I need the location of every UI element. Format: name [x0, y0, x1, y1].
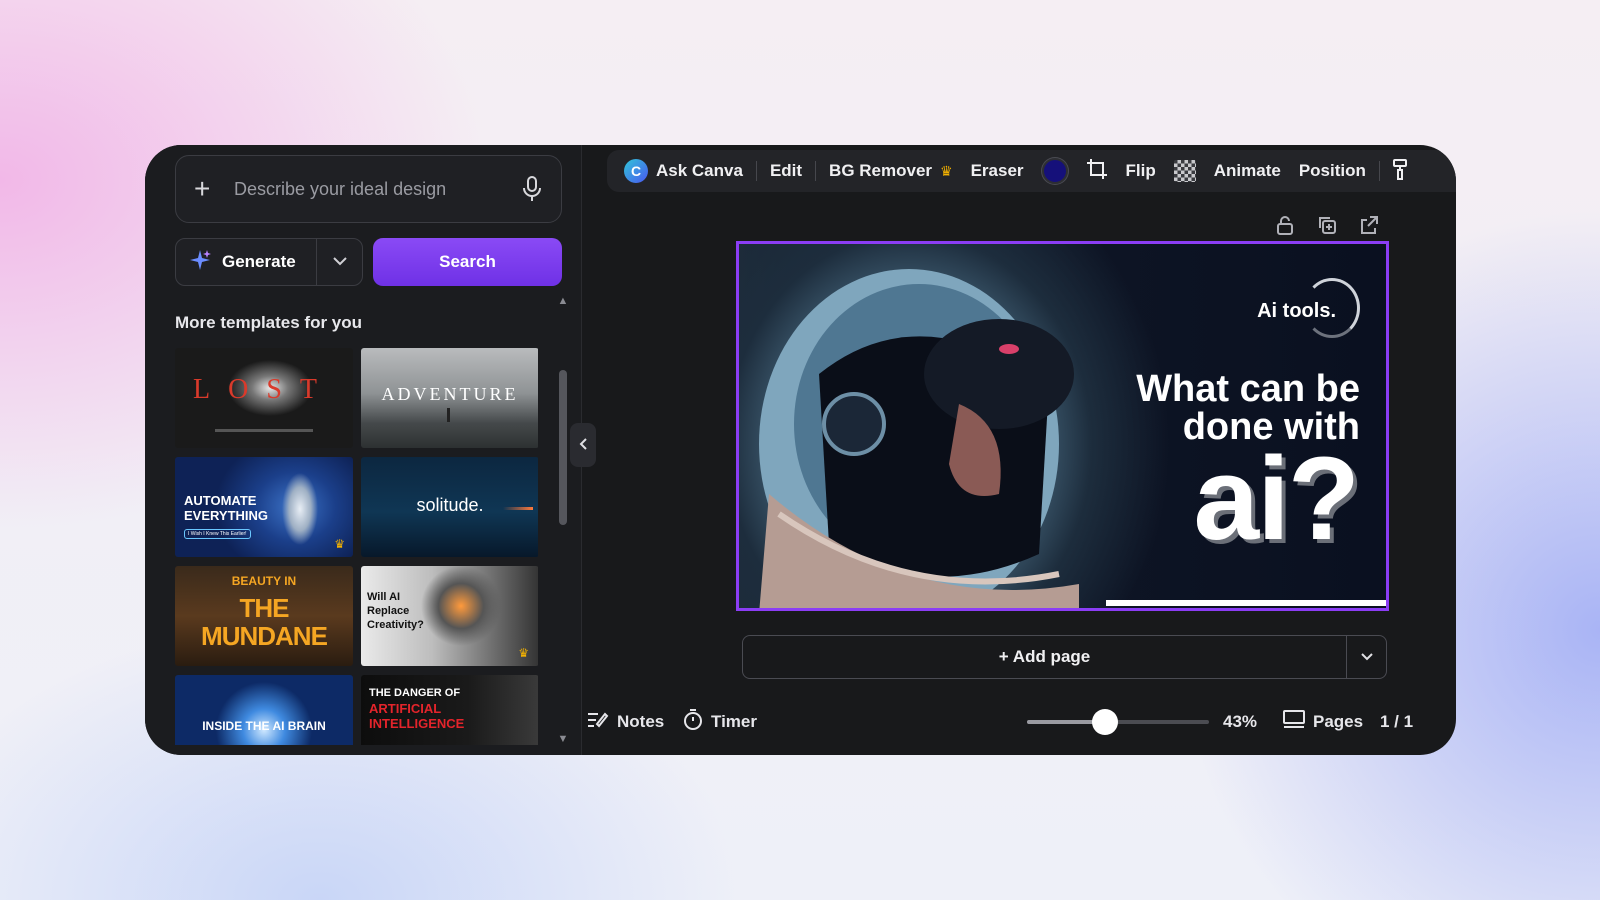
- generate-search-row: Generate Search: [175, 238, 562, 286]
- paint-format-button[interactable]: [1384, 150, 1416, 192]
- design-slide[interactable]: Ai tools. What can be done with ai?: [736, 241, 1389, 611]
- notes-icon: [587, 710, 609, 735]
- crown-icon: ♛: [940, 162, 953, 179]
- microphone-icon[interactable]: [521, 175, 543, 203]
- generate-button[interactable]: Generate: [176, 239, 316, 285]
- pages-button[interactable]: Pages: [1283, 709, 1364, 735]
- edit-button[interactable]: Edit: [761, 150, 811, 192]
- scroll-up-arrow-icon[interactable]: ▲: [556, 295, 570, 307]
- paint-roller-icon: [1392, 158, 1407, 185]
- editor-window: + Generate Search: [145, 145, 1456, 755]
- template-card-ai-brain[interactable]: INSIDE THE AI BRAIN: [175, 675, 353, 745]
- slide-tag[interactable]: Ai tools.: [1257, 300, 1336, 323]
- template-card-automate[interactable]: AUTOMATE EVERYTHING I Wish I Knew This E…: [175, 457, 353, 557]
- toolbar-divider: [1378, 161, 1380, 181]
- left-panel: + Generate Search: [145, 145, 582, 755]
- templates-scrollbar[interactable]: ▲ ▼: [556, 295, 570, 745]
- page-count[interactable]: 1 / 1: [1380, 712, 1413, 732]
- template-card-mundane[interactable]: BEAUTY IN THE MUNDANE: [175, 566, 353, 666]
- crown-icon: ♛: [334, 537, 345, 551]
- template-title: ARTIFICIAL INTELLIGENCE: [369, 701, 465, 731]
- zoom-slider-knob[interactable]: [1092, 709, 1119, 735]
- zoom-slider[interactable]: [1027, 709, 1209, 735]
- light-streak: [503, 507, 533, 510]
- timer-icon: [683, 708, 703, 736]
- crown-icon: ♛: [518, 646, 529, 660]
- bg-remover-button[interactable]: BG Remover ♛: [820, 150, 962, 192]
- generate-split-button: Generate: [175, 238, 363, 286]
- astronaut-helmet-image[interactable]: [759, 254, 1089, 611]
- ask-canva-button[interactable]: C Ask Canva: [615, 150, 752, 192]
- template-subtitle: BEAUTY IN: [231, 574, 297, 588]
- bg-remover-label: BG Remover: [829, 161, 933, 180]
- template-caption-line: [215, 429, 313, 432]
- chevron-down-icon: [1360, 648, 1374, 666]
- animate-button[interactable]: Animate: [1205, 150, 1290, 192]
- generate-options-button[interactable]: [316, 239, 362, 285]
- pages-label: Pages: [1313, 712, 1364, 731]
- chevron-down-icon: [332, 253, 348, 271]
- scroll-down-arrow-icon[interactable]: ▼: [556, 733, 570, 745]
- robot-figure: [280, 469, 320, 549]
- template-card-lost[interactable]: LOST: [175, 348, 353, 448]
- search-button[interactable]: Search: [373, 238, 562, 286]
- template-card-creativity[interactable]: Will AI Replace Creativity? ♛: [361, 566, 538, 666]
- canva-logo-icon: C: [624, 159, 648, 183]
- templates-grid: LOST ADVENTURE AUTOMATE EVERYTHING I Wis…: [175, 348, 538, 745]
- context-toolbar: C Ask Canva Edit BG Remover ♛ Eraser Fli…: [607, 150, 1456, 192]
- timer-button[interactable]: Timer: [683, 708, 757, 736]
- generate-label: Generate: [222, 252, 296, 271]
- notes-button[interactable]: Notes: [587, 710, 664, 735]
- template-title: LOST: [193, 374, 335, 405]
- template-title: ADVENTURE: [381, 384, 519, 404]
- scroll-thumb[interactable]: [559, 370, 567, 525]
- ask-canva-label: Ask Canva: [656, 161, 743, 180]
- design-prompt-input[interactable]: [234, 178, 521, 200]
- color-swatch: [1041, 158, 1068, 184]
- share-page-icon[interactable]: [1359, 215, 1379, 235]
- notes-label: Notes: [617, 712, 665, 731]
- template-badge: I Wish I Knew This Earlier!: [184, 529, 251, 539]
- add-page-control: + Add page: [742, 635, 1387, 679]
- figure-silhouette: [447, 408, 450, 422]
- page-actions: [1275, 215, 1379, 235]
- duplicate-page-icon[interactable]: [1317, 215, 1337, 235]
- zoom-level[interactable]: 43%: [1223, 712, 1257, 732]
- template-title: Will AI Replace Creativity?: [367, 591, 424, 631]
- add-page-options-button[interactable]: [1346, 636, 1386, 678]
- template-title: AUTOMATE EVERYTHING: [184, 493, 269, 523]
- flip-button[interactable]: Flip: [1117, 150, 1165, 192]
- pages-icon: [1283, 709, 1305, 735]
- transparency-button[interactable]: [1165, 150, 1205, 192]
- toolbar-divider: [755, 161, 757, 181]
- lock-icon[interactable]: [1275, 215, 1295, 235]
- position-button[interactable]: Position: [1290, 150, 1375, 192]
- crop-button[interactable]: [1077, 150, 1117, 192]
- bottom-bar: Notes Timer 43% Pages 1 / 1: [587, 700, 1456, 744]
- template-title: INSIDE THE AI BRAIN: [202, 719, 326, 733]
- transparency-icon: [1173, 160, 1196, 182]
- color-picker-button[interactable]: [1033, 150, 1077, 192]
- timer-label: Timer: [711, 712, 757, 731]
- add-page-button[interactable]: + Add page: [743, 636, 1346, 678]
- templates-section-title: More templates for you: [175, 313, 363, 332]
- template-title: solitude.: [416, 495, 484, 515]
- template-title: THE MUNDANE: [201, 593, 328, 651]
- eraser-button[interactable]: Eraser: [962, 150, 1033, 192]
- sparkle-icon: [188, 248, 212, 277]
- slide-accent-bar[interactable]: [1106, 600, 1386, 606]
- plus-icon[interactable]: +: [194, 175, 224, 203]
- toolbar-divider: [815, 161, 817, 181]
- prompt-box[interactable]: +: [175, 155, 562, 223]
- slide-big-text[interactable]: ai?: [1194, 440, 1360, 558]
- collapse-panel-button[interactable]: [570, 423, 596, 467]
- headline-line-1: What can be: [1136, 368, 1360, 410]
- crop-icon: [1086, 158, 1108, 185]
- chevron-left-icon: [578, 437, 588, 454]
- template-subtitle: THE DANGER OF: [369, 687, 461, 699]
- template-card-danger-ai[interactable]: THE DANGER OF ARTIFICIAL INTELLIGENCE: [361, 675, 538, 745]
- template-card-adventure[interactable]: ADVENTURE: [361, 348, 538, 448]
- template-card-solitude[interactable]: solitude.: [361, 457, 538, 557]
